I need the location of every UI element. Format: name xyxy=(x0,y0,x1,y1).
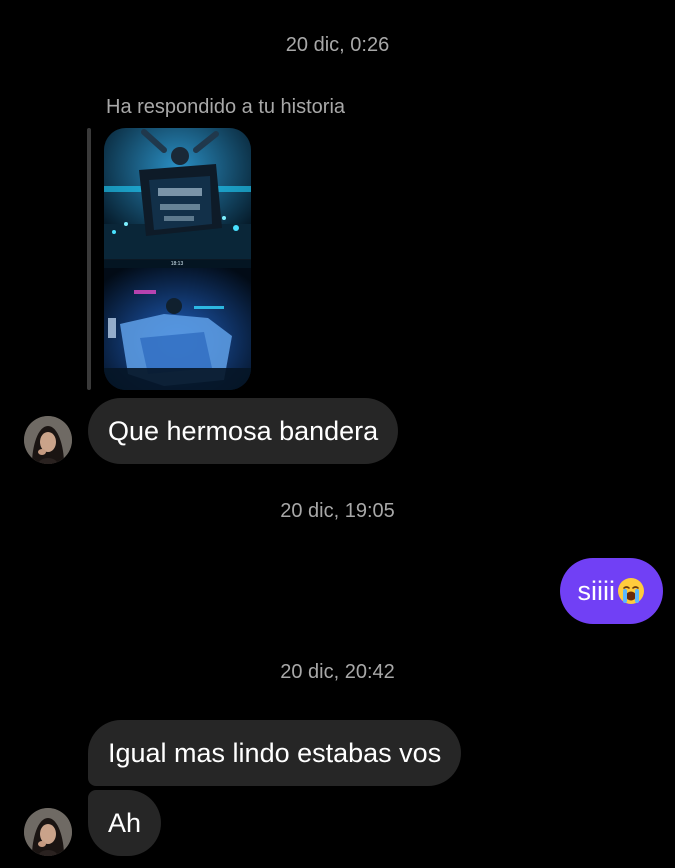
profile-photo xyxy=(24,808,72,856)
timestamp: 20 dic, 0:26 xyxy=(285,34,390,56)
message-bubble-incoming[interactable]: Que hermosa bandera xyxy=(88,398,399,464)
story-thumbnail[interactable]: 18:13 xyxy=(104,128,251,390)
profile-photo xyxy=(24,416,72,464)
reply-indicator-bar xyxy=(87,128,91,390)
story-image: 18:13 xyxy=(104,128,251,390)
avatar[interactable] xyxy=(24,416,72,464)
message-bubble-outgoing[interactable]: siiii xyxy=(559,558,663,624)
story-overlay-text: 18:13 xyxy=(171,261,184,267)
loudly-crying-face-emoji xyxy=(618,577,644,604)
message-text: siiii xyxy=(577,576,616,606)
story-reply-label: Ha respondido a tu historia xyxy=(106,96,346,118)
timestamp: 20 dic, 19:05 xyxy=(280,500,395,522)
message-bubble-incoming[interactable]: Ah xyxy=(88,790,162,856)
message-bubble-incoming[interactable]: Igual mas lindo estabas vos xyxy=(88,720,462,786)
avatar[interactable] xyxy=(24,808,72,856)
timestamp: 20 dic, 20:42 xyxy=(280,661,395,683)
